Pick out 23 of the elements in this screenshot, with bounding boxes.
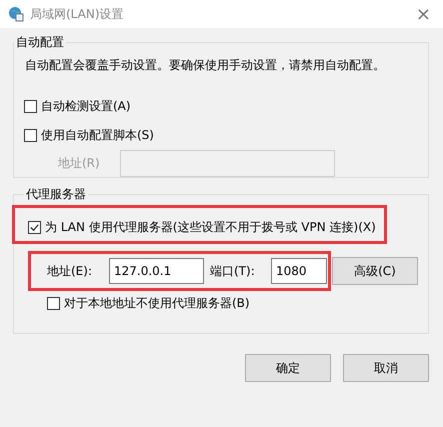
checkbox[interactable] <box>47 297 60 310</box>
checkbox-label[interactable]: 对于本地地址不使用代理服务器(B) <box>64 295 250 312</box>
dialog-button[interactable]: 取消 <box>343 354 429 382</box>
dialog-button[interactable]: 确定 <box>245 354 331 382</box>
checkbox-label[interactable]: 为 LAN 使用代理服务器(这些设置不用于拨号或 VPN 连接)(X) <box>45 219 376 236</box>
checkbox[interactable] <box>24 100 37 113</box>
checkbox-label[interactable]: 自动检测设置(A) <box>41 98 131 115</box>
address-label: 地址(R) <box>58 155 101 172</box>
group-title: 自动配置 <box>15 34 65 51</box>
checkbox-label[interactable]: 使用自动配置脚本(S) <box>41 127 154 144</box>
checkbox[interactable] <box>28 221 41 234</box>
advanced-button[interactable]: 高级(C) <box>332 257 418 285</box>
port-label: 端口(T): <box>209 262 256 280</box>
address-field[interactable]: 127.0.0.1 <box>109 258 204 284</box>
globe-icon <box>8 6 24 22</box>
description-text: 自动配置会覆盖手动设置。要确保使用手动设置，请禁用自动配置。 <box>25 57 386 74</box>
window-title: 局域网(LAN)设置 <box>30 6 125 22</box>
port-field[interactable]: 1080 <box>271 258 327 284</box>
group-title: 代理服务器 <box>25 186 87 203</box>
close-button[interactable]: × <box>412 4 435 24</box>
address-label: 地址(E): <box>47 262 93 280</box>
checkbox[interactable] <box>24 129 37 142</box>
address-field[interactable] <box>120 150 335 177</box>
